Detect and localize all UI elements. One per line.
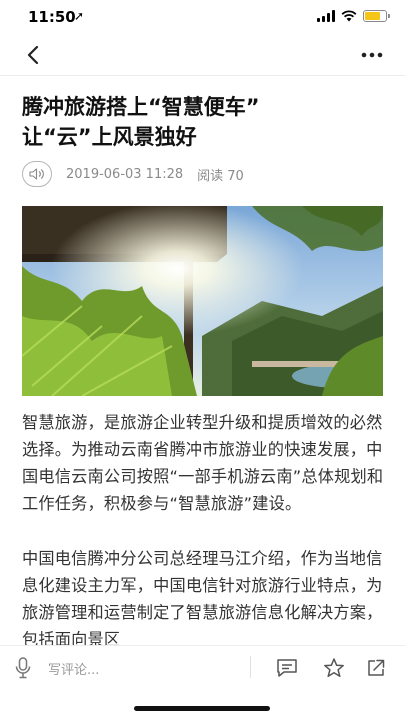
article-title: 腾冲旅游搭上“智慧便车” 让“云”上风景独好	[22, 92, 386, 152]
article-meta: 2019-06-03 11:28 阅读 70	[22, 160, 244, 188]
read-count: 阅读 70	[197, 168, 244, 184]
status-indicators	[317, 10, 390, 22]
battery-level	[365, 12, 380, 20]
share-icon	[368, 659, 385, 676]
speaker-icon	[29, 168, 44, 180]
article-paragraph: 智慧旅游，是旅游企业转型升级和提质增效的必然选择。为推动云南省腾冲市旅游业的快速…	[22, 413, 384, 513]
mic-icon[interactable]	[14, 657, 32, 679]
article-title-line-1: 腾冲旅游搭上“智慧便车”	[22, 95, 260, 119]
wifi-icon	[341, 10, 357, 22]
signal-icon	[317, 10, 335, 22]
share-button[interactable]	[364, 656, 388, 680]
location-icon: ➚	[74, 9, 85, 23]
nav-bar	[0, 34, 405, 76]
status-bar: 11:50 ➚	[0, 0, 405, 34]
favorite-button[interactable]	[322, 656, 346, 680]
bottom-action-bar: 写评论...	[0, 645, 405, 689]
back-button[interactable]	[18, 42, 48, 68]
status-time: 11:50	[28, 8, 76, 26]
comments-button[interactable]	[275, 656, 299, 680]
battery-icon	[363, 10, 390, 22]
article-paragraph: 中国电信腾冲分公司总经理马江介绍，作为当地信息化建设主力军，中国电信针对旅游行业…	[22, 549, 383, 645]
article-title-line-2: 让“云”上风景独好	[22, 125, 197, 149]
listen-button[interactable]	[22, 161, 52, 187]
more-button[interactable]	[357, 42, 387, 68]
divider	[250, 656, 251, 678]
hero-image	[22, 206, 383, 396]
home-indicator	[134, 706, 270, 711]
chevron-left-icon	[27, 45, 39, 65]
more-dots-icon	[361, 52, 383, 58]
comment-input[interactable]: 写评论...	[48, 659, 228, 678]
star-icon	[324, 658, 344, 678]
publish-date: 2019-06-03 11:28	[66, 166, 184, 182]
hero-illustration	[22, 206, 383, 396]
comment-icon	[277, 659, 297, 677]
